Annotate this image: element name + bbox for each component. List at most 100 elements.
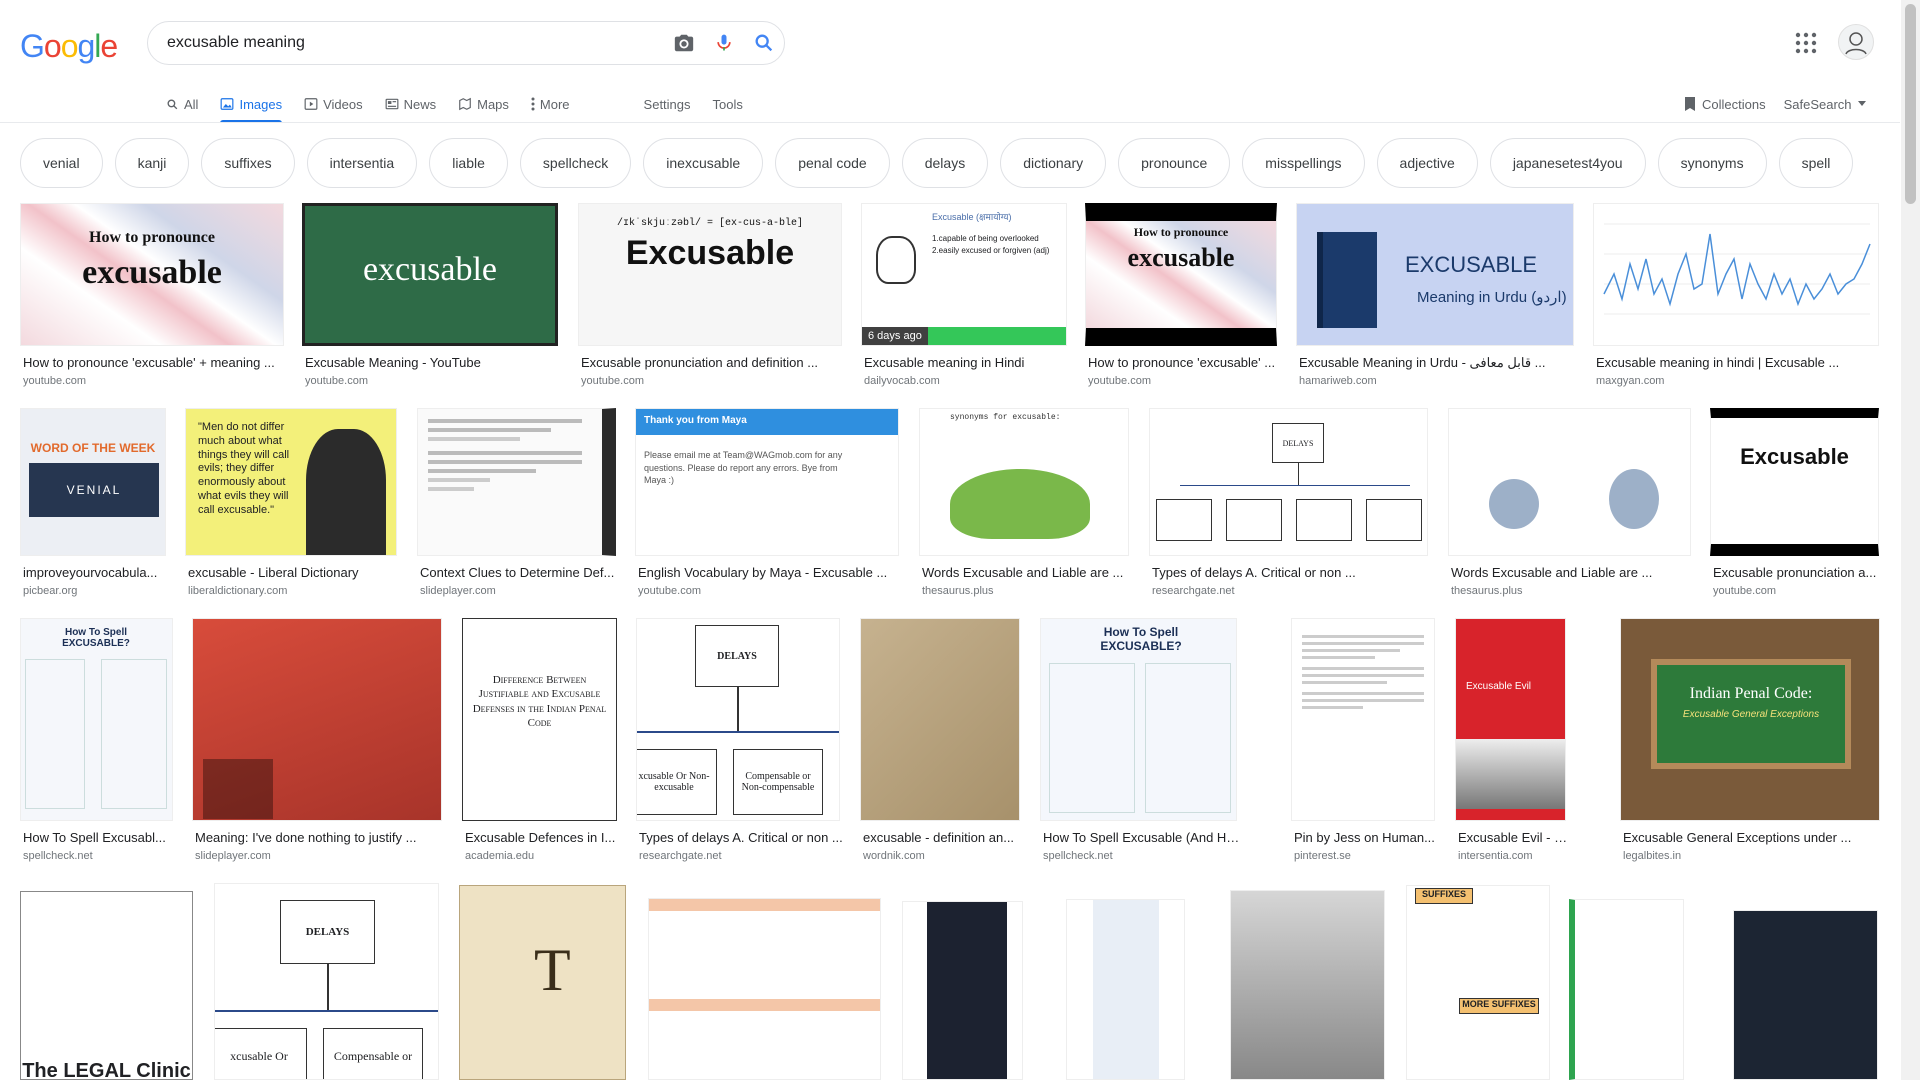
result-source[interactable]: thesaurus.plus: [922, 585, 994, 597]
result-thumbnail[interactable]: How to pronounce excusable: [20, 203, 284, 346]
result-caption[interactable]: Types of delays A. Critical or non ...: [1152, 565, 1431, 580]
result-caption[interactable]: excusable - definition an...: [863, 830, 1023, 845]
result-thumbnail[interactable]: [648, 898, 881, 1080]
result-thumbnail[interactable]: [1593, 203, 1879, 346]
chip[interactable]: japanesetest4you: [1489, 138, 1646, 188]
safesearch-toggle[interactable]: SafeSearch: [1784, 97, 1866, 112]
result-thumbnail[interactable]: How To Spell EXCUSABLE?: [1040, 618, 1237, 821]
result-thumbnail[interactable]: [1230, 890, 1385, 1080]
result-source[interactable]: slideplayer.com: [420, 585, 496, 597]
image-result[interactable]: [1066, 899, 1185, 1080]
result-thumbnail[interactable]: [860, 618, 1020, 821]
result-source[interactable]: researchgate.net: [639, 850, 722, 862]
result-thumbnail[interactable]: Excusable Evil: [1455, 618, 1566, 821]
image-result[interactable]: SUFFIXES MORE SUFFIXES: [1406, 885, 1550, 1080]
result-source[interactable]: researchgate.net: [1152, 585, 1235, 597]
result-source[interactable]: spellcheck.net: [23, 850, 93, 862]
result-caption[interactable]: How to pronounce 'excusable' + meaning .…: [23, 355, 287, 370]
image-result[interactable]: How to pronounce excusable How to pronou…: [1085, 203, 1277, 388]
image-result[interactable]: DELAYS Types of delays A. Critical or no…: [1149, 408, 1428, 598]
result-thumbnail[interactable]: SUFFIXES MORE SUFFIXES: [1406, 885, 1550, 1080]
tab-all[interactable]: All: [166, 86, 198, 122]
result-caption[interactable]: Excusable meaning in hindi | Excusable .…: [1596, 355, 1882, 370]
result-source[interactable]: liberaldictionary.com: [188, 585, 287, 597]
result-source[interactable]: academia.edu: [465, 850, 534, 862]
camera-icon[interactable]: [664, 23, 704, 63]
image-result[interactable]: "Men do not differ much about what thing…: [185, 408, 397, 598]
image-result[interactable]: The LEGAL Clinic: [20, 891, 193, 1080]
image-result[interactable]: WORD OF THE WEEK VENIAL improveyourvocab…: [20, 408, 166, 598]
image-result[interactable]: Context Clues to Determine Def... slidep…: [417, 408, 616, 598]
result-caption[interactable]: How to pronounce 'excusable' ...: [1088, 355, 1280, 370]
result-source[interactable]: pinterest.se: [1294, 850, 1351, 862]
result-caption[interactable]: Meaning: I've done nothing to justify ..…: [195, 830, 445, 845]
result-thumbnail[interactable]: [417, 408, 616, 556]
chip[interactable]: kanji: [114, 138, 190, 188]
result-thumbnail[interactable]: WORD OF THE WEEK VENIAL: [20, 408, 166, 556]
result-source[interactable]: picbear.org: [23, 585, 77, 597]
result-caption[interactable]: Excusable pronunciation a...: [1713, 565, 1882, 580]
result-thumbnail[interactable]: EXCUSABLE Meaning in Urdu (اردو): [1296, 203, 1574, 346]
image-result[interactable]: Excusable Excusable pronunciation a... y…: [1710, 408, 1879, 598]
image-result[interactable]: Difference Between Justifiable and Excus…: [462, 618, 617, 863]
chip[interactable]: spell: [1778, 138, 1854, 188]
chip[interactable]: intersentia: [306, 138, 418, 188]
image-result[interactable]: EXCUSABLE Meaning in Urdu (اردو) Excusab…: [1296, 203, 1574, 388]
result-thumbnail[interactable]: "Men do not differ much about what thing…: [185, 408, 397, 556]
tab-settings[interactable]: Settings: [644, 86, 691, 122]
result-caption[interactable]: excusable - Liberal Dictionary: [188, 565, 400, 580]
chip[interactable]: liable: [429, 138, 508, 188]
result-thumbnail[interactable]: synonyms for excusable:: [919, 408, 1129, 556]
result-thumbnail[interactable]: Indian Penal Code: Excusable General Exc…: [1620, 618, 1880, 821]
result-caption[interactable]: Excusable General Exceptions under ...: [1623, 830, 1883, 845]
collections-link[interactable]: Collections: [1684, 96, 1766, 112]
image-result[interactable]: How To Spell EXCUSABLE? How To Spell Exc…: [20, 618, 173, 863]
result-thumbnail[interactable]: [1733, 910, 1878, 1080]
result-thumbnail[interactable]: The LEGAL Clinic: [20, 891, 193, 1080]
result-caption[interactable]: Excusable Defences in I...: [465, 830, 620, 845]
image-result[interactable]: Words Excusable and Liable are ... thesa…: [1448, 408, 1691, 598]
scrollbar-thumb[interactable]: [1905, 4, 1916, 204]
image-result[interactable]: DELAYS xcusable Or Compensable or: [214, 883, 439, 1080]
image-result[interactable]: excusable - definition an... wordnik.com: [860, 618, 1020, 863]
result-source[interactable]: youtube.com: [23, 375, 86, 387]
tab-videos[interactable]: Videos: [304, 86, 363, 122]
result-source[interactable]: youtube.com: [305, 375, 368, 387]
chip[interactable]: pronounce: [1118, 138, 1231, 188]
search-input[interactable]: excusable meaning: [167, 34, 664, 52]
image-result[interactable]: Excusable Evil Excusable Evil - Inters..…: [1455, 618, 1569, 863]
chip[interactable]: venial: [20, 138, 103, 188]
result-source[interactable]: slideplayer.com: [195, 850, 271, 862]
result-thumbnail[interactable]: T: [459, 885, 626, 1080]
image-result[interactable]: [648, 898, 881, 1080]
result-source[interactable]: youtube.com: [638, 585, 701, 597]
result-caption[interactable]: Excusable meaning in Hindi: [864, 355, 1070, 370]
image-result[interactable]: How To Spell EXCUSABLE? How To Spell Exc…: [1040, 618, 1240, 863]
result-thumbnail[interactable]: DELAYS xcusable Or Non-excusable Compens…: [636, 618, 840, 821]
result-thumbnail[interactable]: DELAYS xcusable Or Compensable or: [214, 883, 439, 1080]
result-thumbnail[interactable]: Difference Between Justifiable and Excus…: [462, 618, 617, 821]
result-thumbnail[interactable]: Thank you from Maya Please email me at T…: [635, 408, 899, 556]
result-caption[interactable]: Context Clues to Determine Def...: [420, 565, 619, 580]
result-caption[interactable]: Words Excusable and Liable are ...: [922, 565, 1132, 580]
image-result[interactable]: DELAYS xcusable Or Non-excusable Compens…: [636, 618, 843, 863]
image-result[interactable]: Excusable meaning in hindi | Excusable .…: [1593, 203, 1879, 388]
image-result[interactable]: [1569, 899, 1684, 1080]
image-result[interactable]: [1230, 890, 1385, 1080]
chip[interactable]: dictionary: [1000, 138, 1107, 188]
tab-tools[interactable]: Tools: [713, 86, 743, 122]
result-thumbnail[interactable]: [1569, 899, 1684, 1080]
result-thumbnail[interactable]: [902, 901, 1023, 1080]
result-source[interactable]: maxgyan.com: [1596, 375, 1664, 387]
image-result[interactable]: [1733, 910, 1878, 1080]
search-icon[interactable]: [744, 23, 784, 63]
result-source[interactable]: youtube.com: [1088, 375, 1151, 387]
apps-grid-icon[interactable]: [1794, 31, 1818, 55]
result-caption[interactable]: Words Excusable and Liable are ...: [1451, 565, 1694, 580]
result-source[interactable]: thesaurus.plus: [1451, 585, 1523, 597]
search-box[interactable]: excusable meaning: [147, 21, 785, 65]
image-result[interactable]: Pin by Jess on Human... pinterest.se: [1291, 618, 1435, 863]
chip[interactable]: delays: [901, 138, 989, 188]
image-result[interactable]: How to pronounce excusable How to pronou…: [20, 203, 284, 388]
chip[interactable]: suffixes: [201, 138, 295, 188]
